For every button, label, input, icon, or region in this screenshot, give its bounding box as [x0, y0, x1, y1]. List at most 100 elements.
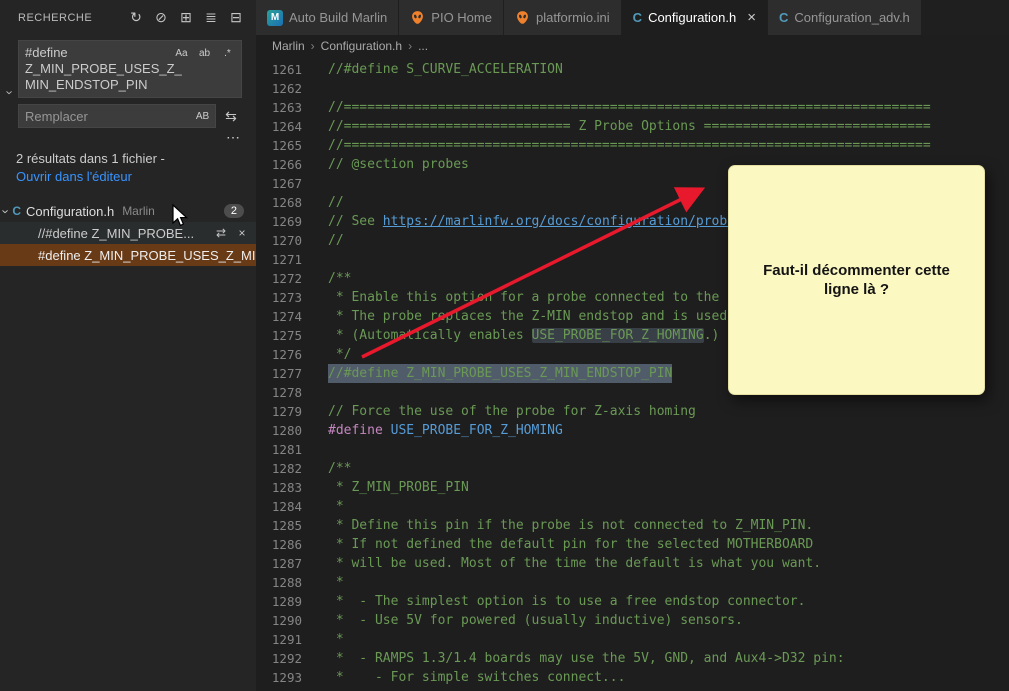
regex-icon[interactable]: .*	[217, 44, 238, 63]
line-number: 1267	[256, 174, 302, 193]
line-number: 1286	[256, 535, 302, 554]
line-number: 1280	[256, 421, 302, 440]
code-text: *	[328, 630, 344, 649]
replace-icon[interactable]: ⇄	[212, 224, 230, 242]
line-number: 1262	[256, 79, 302, 98]
code-text: * - The simplest option is to use a free…	[328, 592, 805, 611]
replace-input[interactable]: Remplacer AB	[18, 104, 216, 128]
tab-auto-build-marlin[interactable]: M Auto Build Marlin	[256, 0, 399, 35]
match-actions: ⇄×	[212, 224, 256, 242]
line-number: 1261	[256, 60, 302, 79]
refresh-icon[interactable]: ↻	[126, 8, 146, 28]
c-file-icon: C	[633, 10, 642, 25]
search-inputs: #define Z_MIN_PROBE_USES_Z_MIN_ENDSTOP_P…	[18, 40, 242, 128]
line-number: 1290	[256, 611, 302, 630]
view-as-list-icon[interactable]: ≣	[201, 8, 221, 28]
line-number: 1282	[256, 459, 302, 478]
search-area: › #define Z_MIN_PROBE_USES_Z_MIN_ENDSTOP…	[0, 35, 256, 128]
code-text: //#define S_CURVE_ACCELERATION	[328, 60, 563, 79]
sidebar-title: RECHERCHE	[18, 12, 92, 24]
marlin-icon: M	[267, 10, 283, 26]
code-text: //======================================…	[328, 136, 931, 155]
editor-line: 1262	[256, 79, 1009, 98]
editor-line: 1290 * - Use 5V for powered (usually ind…	[256, 611, 1009, 630]
result-count-badge: 2	[224, 204, 244, 218]
line-number: 1281	[256, 440, 302, 459]
results-summary: 2 résultats dans 1 fichier - Ouvrir dans…	[0, 145, 215, 192]
replace-all-icon[interactable]: ⇆	[220, 105, 242, 127]
code-text: /**	[328, 269, 351, 288]
line-number: 1284	[256, 497, 302, 516]
chevron-down-icon: ›	[4, 90, 17, 94]
editor-line: 1293 * - For simple switches connect...	[256, 668, 1009, 687]
search-match-row[interactable]: //#define Z_MIN_PROBE... ⇄×	[0, 222, 256, 244]
editor-line: 1282 /**	[256, 459, 1009, 478]
line-number: 1292	[256, 649, 302, 668]
code-text: * - Use 5V for powered (usually inductiv…	[328, 611, 743, 630]
sticky-note: Faut-il décommenter cette ligne là ?	[728, 165, 985, 395]
editor-line: 1292 * - RAMPS 1.3/1.4 boards may use th…	[256, 649, 1009, 668]
code-text: //	[328, 231, 344, 250]
line-number: 1268	[256, 193, 302, 212]
line-number: 1265	[256, 136, 302, 155]
editor-line: 1279// Force the use of the probe for Z-…	[256, 402, 1009, 421]
result-file-name: Configuration.h	[26, 204, 114, 219]
code-text: * Define this pin if the probe is not co…	[328, 516, 813, 535]
tab-platformio-ini[interactable]: platformio.ini	[504, 0, 622, 35]
code-text: // @section probes	[328, 155, 469, 174]
open-in-editor-link[interactable]: Ouvrir dans l'éditeur	[16, 169, 132, 184]
dismiss-icon[interactable]: ×	[233, 224, 251, 242]
editor-line: 1261 //#define S_CURVE_ACCELERATION	[256, 60, 1009, 79]
line-number: 1287	[256, 554, 302, 573]
editor-line: 1280#define USE_PROBE_FOR_Z_HOMING	[256, 421, 1009, 440]
line-number: 1279	[256, 402, 302, 421]
line-number: 1263	[256, 98, 302, 117]
code-text: //======================================…	[328, 98, 931, 117]
search-match-row[interactable]: #define Z_MIN_PROBE_USES_Z_MI...	[0, 244, 256, 266]
line-number: 1276	[256, 345, 302, 364]
code-text: * (Automatically enables USE_PROBE_FOR_Z…	[328, 326, 719, 345]
editor-line: 1289 * - The simplest option is to use a…	[256, 592, 1009, 611]
clear-search-results-icon[interactable]: ⊘	[151, 8, 171, 28]
open-new-search-editor-icon[interactable]: ⊞	[176, 8, 196, 28]
breadcrumb-item-[interactable]: ...	[418, 39, 428, 53]
match-case-icon[interactable]: Aa	[171, 44, 192, 63]
search-toolbar: ↻⊘⊞≣⊟	[126, 8, 246, 28]
toggle-search-details[interactable]: ⋯	[0, 128, 256, 145]
tab-configuration-adv-h[interactable]: CConfiguration_adv.h	[768, 0, 922, 35]
breadcrumb-item-configuration-h[interactable]: Configuration.h	[321, 39, 402, 53]
whole-word-icon[interactable]: ab	[194, 44, 215, 63]
line-number: 1275	[256, 326, 302, 345]
match-text: //#define Z_MIN_PROBE...	[38, 226, 194, 241]
result-file-path: Marlin	[122, 204, 155, 218]
replace-row: Remplacer AB ⇆	[18, 104, 242, 128]
line-number: 1283	[256, 478, 302, 497]
code-text: *	[328, 573, 344, 592]
tab-configuration-h[interactable]: CConfiguration.h×	[622, 0, 768, 35]
line-number: 1274	[256, 307, 302, 326]
line-number: 1288	[256, 573, 302, 592]
search-input[interactable]: #define Z_MIN_PROBE_USES_Z_MIN_ENDSTOP_P…	[18, 40, 242, 98]
tab-pio-home[interactable]: PIO Home	[399, 0, 504, 35]
sticky-note-text: Faut-il décommenter cette ligne là ?	[757, 261, 956, 299]
collapse-all-icon[interactable]: ⊟	[226, 8, 246, 28]
tab-label: platformio.ini	[536, 10, 610, 25]
code-text: //#define Z_MIN_PROBE_USES_Z_MIN_ENDSTOP…	[328, 364, 672, 383]
code-text: //	[328, 193, 344, 212]
preserve-case-icon[interactable]: AB	[194, 108, 211, 125]
platformio-icon	[515, 10, 530, 25]
search-options: Aaab.*	[171, 44, 238, 63]
close-icon[interactable]: ×	[747, 10, 756, 25]
editor-line: 1284 *	[256, 497, 1009, 516]
breadcrumb-item-marlin[interactable]: Marlin	[272, 39, 305, 53]
code-text: /**	[328, 459, 351, 478]
editor-line: 1291 *	[256, 630, 1009, 649]
line-number: 1272	[256, 269, 302, 288]
code-text: * - For simple switches connect...	[328, 668, 625, 687]
editor-line: 1286 * If not defined the default pin fo…	[256, 535, 1009, 554]
tab-label: Auto Build Marlin	[289, 10, 387, 25]
match-text: #define Z_MIN_PROBE_USES_Z_MI...	[38, 248, 256, 263]
result-file-row[interactable]: › C Configuration.h Marlin 2	[0, 200, 256, 222]
toggle-replace-button[interactable]: ›	[2, 40, 18, 103]
line-number: 1271	[256, 250, 302, 269]
